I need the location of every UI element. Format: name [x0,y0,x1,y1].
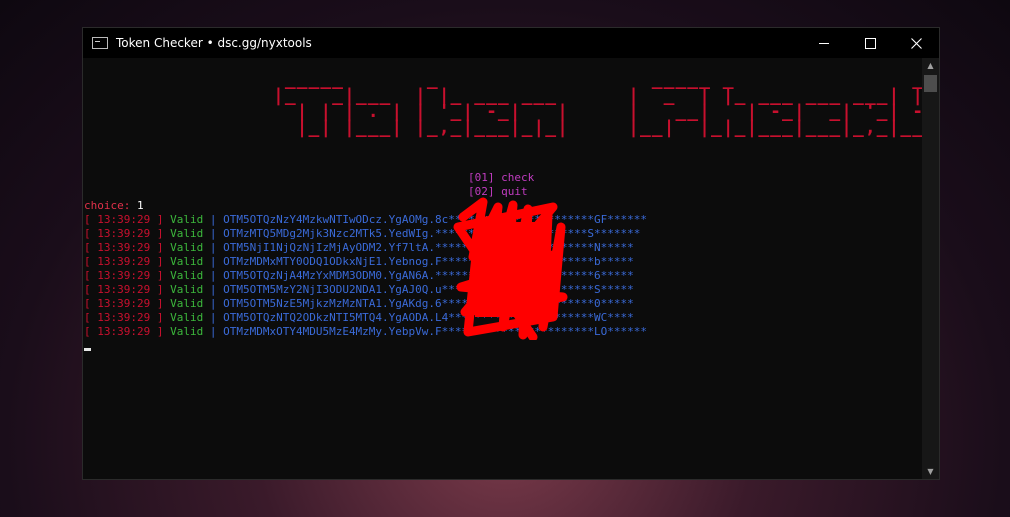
redaction-scribble [453,197,568,340]
log-status: Valid [170,297,204,310]
log-timestamp: 13:39:29 [97,241,151,254]
scroll-thumb[interactable] [924,75,937,92]
bracket-close: ] [150,255,171,268]
log-token: OTMzMDMxMTY0ODQ1ODkxNjE1.Yebnog.F*******… [223,255,634,268]
log-status: Valid [170,325,204,338]
text-cursor [84,348,91,351]
bracket-close: ] [150,269,171,282]
choice-label: choice: [84,199,131,212]
log-token: OTM5OTM5MzY2NjI3ODU2NDA1.YgAJ0Q.u*******… [223,283,634,296]
log-token: OTMzMTQ5MDg2Mjk3Nzc2MTk5.YedWIg.********… [223,227,641,240]
bracket-open: [ [84,241,98,254]
log-timestamp: 13:39:29 [97,255,151,268]
log-separator: | [203,311,224,324]
choice-prompt: choice: 1 [84,199,144,213]
menu-option-check: [01] check [468,171,535,184]
bracket-open: [ [84,297,98,310]
bracket-close: ] [150,325,171,338]
log-timestamp: 13:39:29 [97,283,151,296]
log-timestamp: 13:39:29 [97,297,151,310]
menu-options: [01] check [02] quit [468,171,534,199]
bracket-open: [ [84,311,98,324]
log-separator: | [203,255,224,268]
bracket-open: [ [84,227,98,240]
console-icon [92,37,108,49]
maximize-button[interactable] [847,28,893,58]
close-button[interactable] [893,28,939,58]
window-title: Token Checker • dsc.gg/nyxtools [116,36,312,50]
bracket-open: [ [84,325,98,338]
title-bar[interactable]: Token Checker • dsc.gg/nyxtools [83,28,939,58]
log-status: Valid [170,241,204,254]
log-token: OTM5OTQzNTQ2ODkzNTI5MTQ4.YgAODA.L4******… [223,311,634,324]
log-timestamp: 13:39:29 [97,213,151,226]
bracket-close: ] [150,241,171,254]
log-timestamp: 13:39:29 [97,269,151,282]
log-status: Valid [170,255,204,268]
triangle-down-icon[interactable]: ▼ [922,464,939,479]
log-status: Valid [170,269,204,282]
bracket-close: ] [150,283,171,296]
log-separator: | [203,269,224,282]
minimize-icon [819,42,829,44]
choice-value: 1 [136,199,144,212]
triangle-up-icon[interactable]: ▲ [922,58,939,73]
minimize-button[interactable] [801,28,847,58]
bracket-open: [ [84,283,98,296]
log-status: Valid [170,227,204,240]
log-status: Valid [170,283,204,296]
maximize-icon [864,37,876,49]
bracket-open: [ [84,269,98,282]
log-status: Valid [170,311,204,324]
bracket-close: ] [150,213,171,226]
close-icon [910,37,922,49]
bracket-open: [ [84,255,98,268]
log-timestamp: 13:39:29 [97,311,151,324]
bracket-close: ] [150,297,171,310]
log-token: OTM5OTQzNzY4MzkwNTIwODcz.YgAOMg.8c******… [223,213,647,226]
log-timestamp: 13:39:29 [97,227,151,240]
log-token: OTM5OTQzNjA4MzYxMDM3ODM0.YgAN6A.********… [223,269,634,282]
log-token: OTM5OTM5NzE5MjkzMzMzNTA1.YgAKdg.6*******… [223,297,634,310]
log-separator: | [203,241,224,254]
log-separator: | [203,227,224,240]
log-separator: | [203,283,224,296]
bracket-open: [ [84,213,98,226]
vertical-scrollbar[interactable]: ▲ ▼ [922,58,939,479]
log-separator: | [203,213,224,226]
log-separator: | [203,297,224,310]
ascii-banner: _____ _ _____ _ _ |_ _|___ | |_ ___ ___ … [273,69,922,138]
log-token: OTM5NjI1NjQzNjIzMjAyODM2.Yf7ltA.********… [223,241,634,254]
log-token: OTMzMDMxOTY4MDU5MzE4MzMy.YebpVw.F*******… [223,325,647,338]
log-status: Valid [170,213,204,226]
log-separator: | [203,325,224,338]
bracket-close: ] [150,227,171,240]
bracket-close: ] [150,311,171,324]
log-timestamp: 13:39:29 [97,325,151,338]
